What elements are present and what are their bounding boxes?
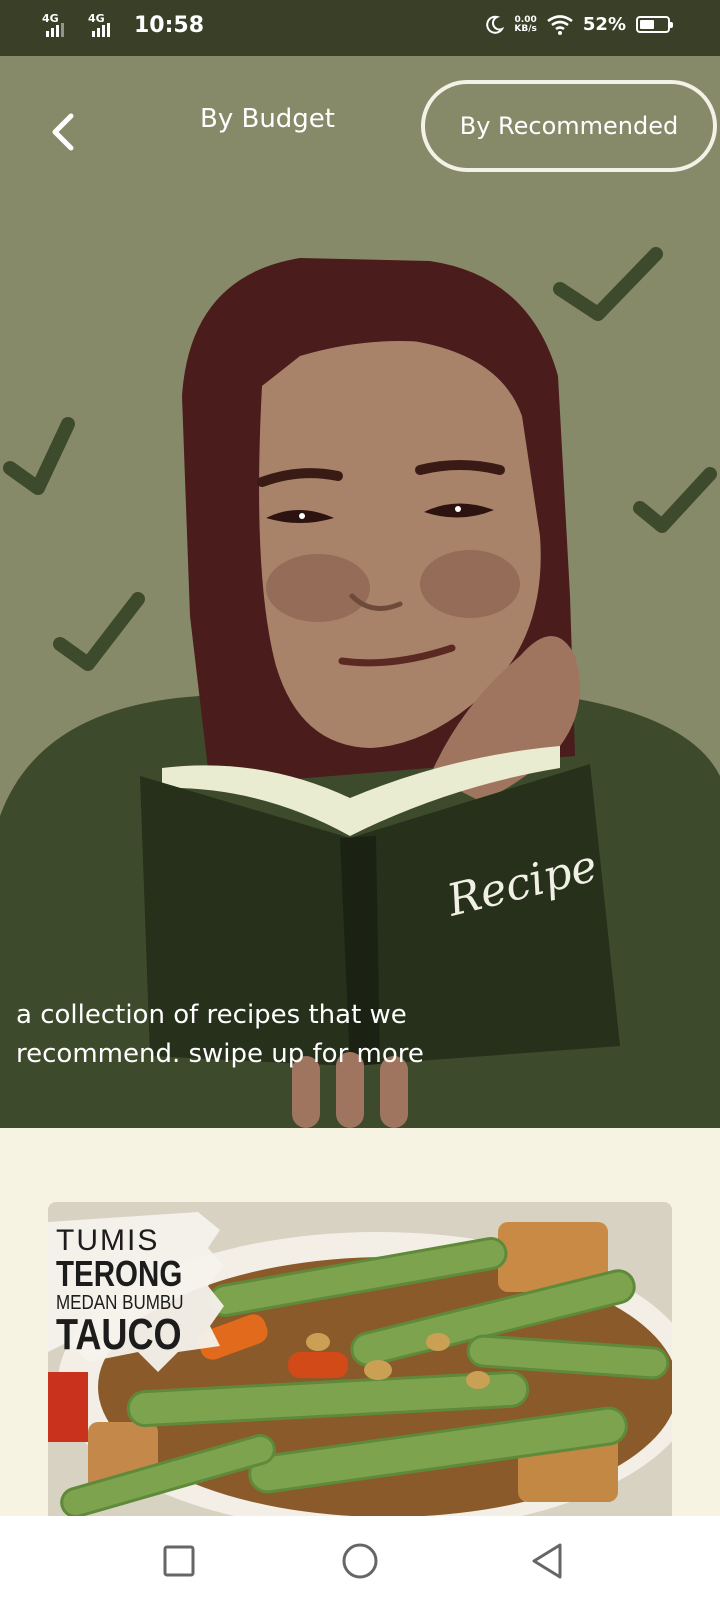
- signal-4g-icon: 4G: [40, 12, 76, 38]
- clock: 10:58: [134, 12, 205, 38]
- home-button[interactable]: [335, 1536, 385, 1586]
- signal-4g-icon: 4G: [86, 12, 122, 38]
- triangle-back-icon: [532, 1543, 562, 1579]
- back-button[interactable]: [36, 106, 88, 158]
- network-speed: 0.00 KB/s: [514, 15, 537, 34]
- tab-by-recommended[interactable]: By Recommended: [421, 80, 717, 172]
- square-recents-icon: [163, 1545, 195, 1577]
- hero-caption: a collection of recipes that we recommen…: [16, 1000, 424, 1069]
- system-nav-bar: [0, 1516, 720, 1600]
- tab-by-budget[interactable]: By Budget: [200, 104, 335, 134]
- recipe-title: TUMIS TERONG MEDAN BUMBU TAUCO: [56, 1224, 210, 1359]
- battery-icon: [636, 16, 673, 33]
- speed-unit: KB/s: [514, 23, 537, 34]
- recipe-card[interactable]: TUMIS TERONG MEDAN BUMBU TAUCO: [48, 1202, 672, 1516]
- recipe-title-line: TUMIS: [56, 1224, 160, 1257]
- back-nav-button[interactable]: [522, 1536, 572, 1586]
- hero-illustration: Recipe: [0, 247, 720, 1128]
- hero-banner: Recipe By Budget By Recommended a collec…: [0, 56, 720, 1128]
- status-bar: 4G 4G 10:58 0.00 KB/s 52%: [0, 0, 720, 56]
- wifi-icon: [547, 14, 573, 35]
- circle-home-icon: [342, 1543, 378, 1579]
- status-right: 0.00 KB/s 52%: [484, 14, 673, 35]
- recipe-title-line: TERONG: [56, 1253, 183, 1294]
- moon-icon: [486, 15, 505, 34]
- chevron-left-icon: [52, 113, 74, 151]
- status-left: 4G 4G 10:58: [40, 12, 204, 38]
- recents-button[interactable]: [154, 1536, 204, 1586]
- recipe-title-line: TAUCO: [56, 1310, 182, 1359]
- battery-percent: 52%: [582, 14, 626, 35]
